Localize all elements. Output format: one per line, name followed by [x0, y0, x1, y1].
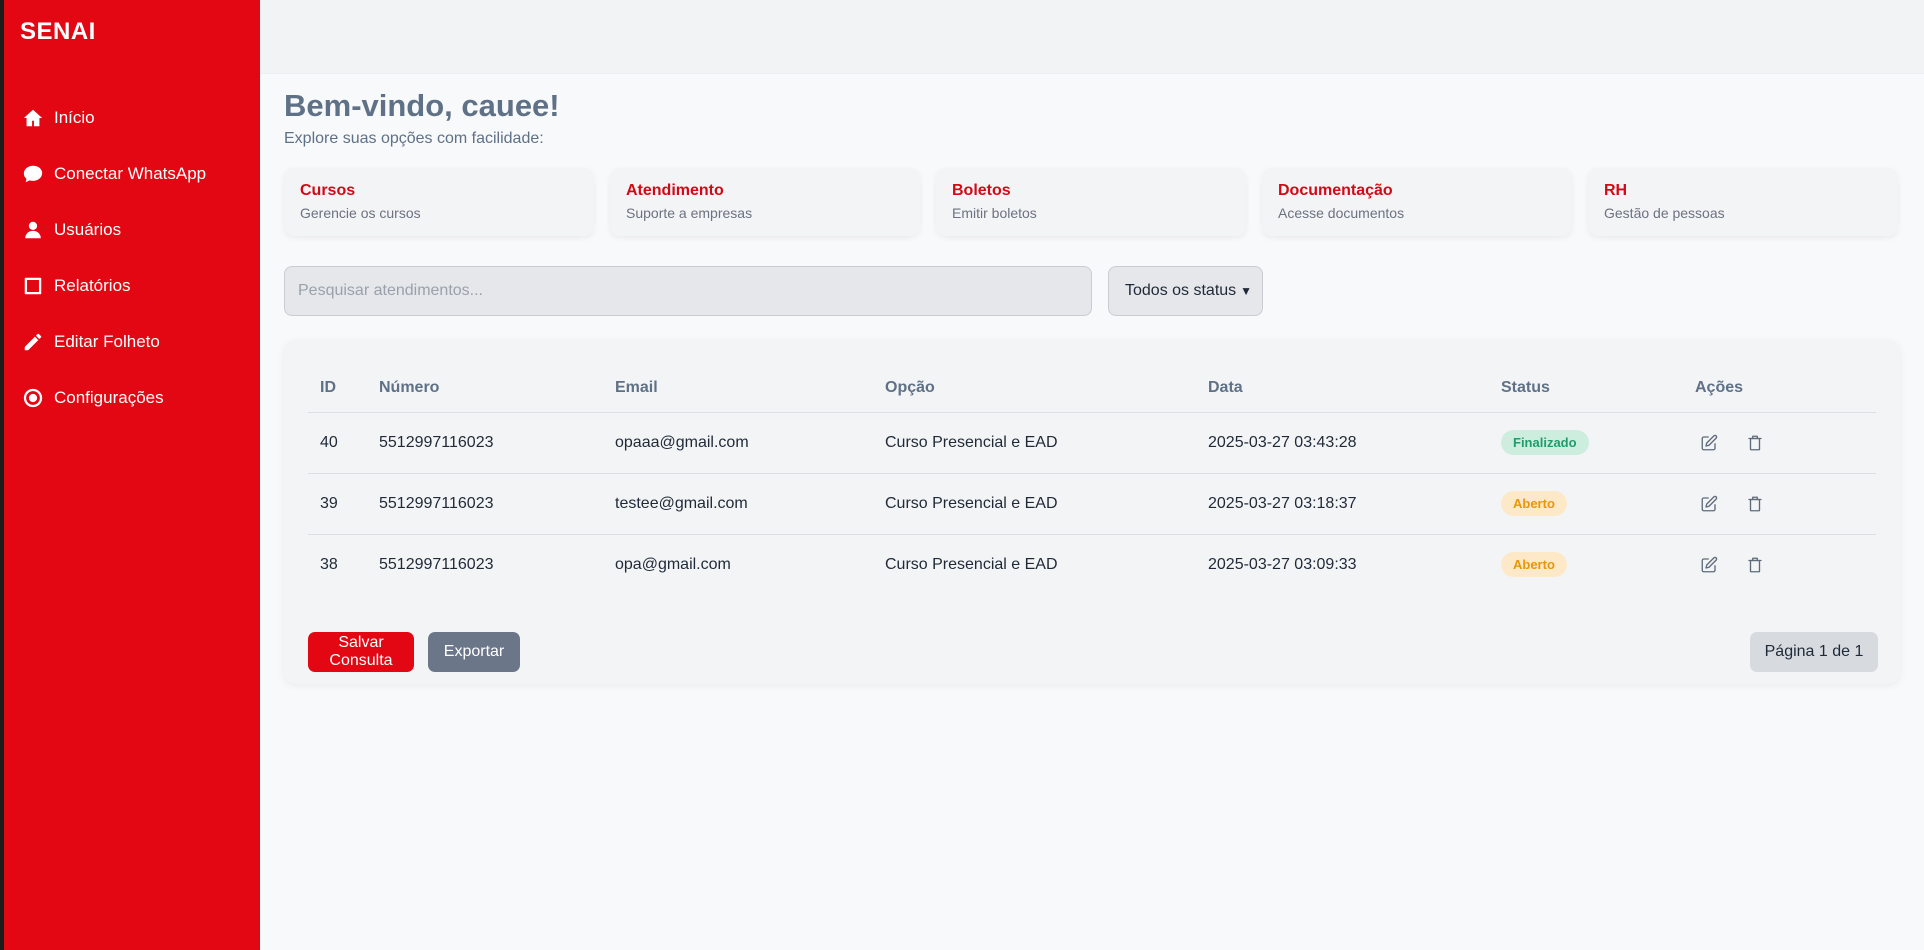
column-header-numero: Número: [367, 364, 603, 413]
card-description: Gerencie os cursos: [300, 205, 421, 221]
cell-id: 40: [308, 412, 367, 474]
cell-status: Aberto: [1489, 534, 1683, 595]
column-header-acoes: Ações: [1683, 364, 1876, 413]
sidebar-item-whatsapp[interactable]: Conectar WhatsApp: [4, 146, 260, 202]
cell-data: 2025-03-27 03:43:28: [1196, 412, 1489, 474]
cell-numero: 5512997116023: [379, 555, 494, 573]
card-title: Atendimento: [626, 182, 724, 199]
chevron-down-icon: ▼: [1240, 284, 1252, 298]
card-description: Gestão de pessoas: [1604, 205, 1725, 221]
cell-status: Aberto: [1489, 473, 1683, 535]
card-title: Documentação: [1278, 182, 1393, 199]
card-description: Acesse documentos: [1278, 205, 1405, 221]
card-title: Cursos: [300, 182, 356, 199]
table-header-row: ID Número Email Opção Data Status Ações: [308, 364, 1876, 413]
card-boletos[interactable]: Boletos Emitir boletos: [936, 168, 1246, 236]
sidebar-item-label: Configurações: [54, 388, 164, 407]
sidebar-item-label: Conectar WhatsApp: [54, 164, 207, 183]
status-badge: Aberto: [1501, 491, 1567, 516]
search-input[interactable]: [284, 266, 1092, 316]
column-header-opcao: Opção: [873, 364, 1196, 413]
brand-logo: SENAI: [20, 18, 96, 45]
status-filter-value: Todos os status: [1125, 282, 1237, 299]
column-header-status: Status: [1489, 364, 1683, 413]
sidebar-item-label: Editar Folheto: [54, 332, 160, 351]
card-atendimento[interactable]: Atendimento Suporte a empresas: [610, 168, 920, 236]
cell-email: opa@gmail.com: [615, 555, 731, 573]
card-title: Boletos: [952, 182, 1011, 199]
export-button[interactable]: Exportar: [428, 632, 520, 672]
sidebar-item-label: Relatórios: [54, 276, 131, 295]
sidebar-item-label: Início: [54, 108, 95, 127]
cell-status: Finalizado: [1489, 412, 1683, 474]
edit-icon[interactable]: [1695, 429, 1723, 457]
sidebar-item-configuracoes[interactable]: Configurações: [4, 370, 260, 426]
cell-acoes: [1683, 534, 1876, 595]
chat-bubble-icon: [22, 163, 44, 185]
save-query-button[interactable]: Salvar Consulta: [308, 632, 414, 672]
card-rh[interactable]: RH Gestão de pessoas: [1588, 168, 1898, 236]
cell-acoes: [1683, 412, 1876, 474]
cell-id: 39: [308, 473, 367, 535]
top-bar: [260, 0, 1924, 74]
card-description: Suporte a empresas: [626, 205, 753, 221]
column-header-data: Data: [1196, 364, 1489, 413]
cell-email: testee@gmail.com: [603, 473, 873, 535]
cell-opcao: Curso Presencial e EAD: [885, 555, 1058, 573]
pagination-indicator: Página 1 de 1: [1750, 632, 1878, 672]
cell-id: 38: [320, 555, 338, 573]
sidebar-nav: Início Conectar WhatsApp Usuários Relató…: [4, 90, 260, 426]
cell-data: 2025-03-27 03:09:33: [1208, 555, 1357, 573]
page-title: Bem-vindo, cauee!: [284, 88, 560, 123]
pencil-icon: [22, 331, 44, 353]
cell-opcao: Curso Presencial e EAD: [873, 412, 1196, 474]
home-icon: [22, 107, 44, 129]
user-icon: [22, 219, 44, 241]
table-row: 40 5512997116023 opaaa@gmail.com Curso P…: [308, 412, 1876, 474]
cell-data: 2025-03-27 03:18:37: [1196, 473, 1489, 535]
table-row: 39 5512997116023 testee@gmail.com Curso …: [308, 473, 1876, 535]
sidebar-item-usuarios[interactable]: Usuários: [4, 202, 260, 258]
table-row: 38 5512997116023 opa@gmail.com Curso Pre…: [308, 534, 1876, 595]
quick-access-cards: Cursos Gerencie os cursos Atendimento Su…: [284, 168, 1898, 236]
sidebar-item-editar-folheto[interactable]: Editar Folheto: [4, 314, 260, 370]
status-badge: Finalizado: [1501, 430, 1589, 455]
trash-icon[interactable]: [1741, 429, 1769, 457]
cell-opcao: Curso Presencial e EAD: [873, 473, 1196, 535]
page-subtitle: Explore suas opções com facilidade:: [284, 130, 544, 147]
card-cursos[interactable]: Cursos Gerencie os cursos: [284, 168, 594, 236]
status-badge: Aberto: [1501, 552, 1567, 578]
square-icon: [22, 275, 44, 297]
attendance-table-panel: ID Número Email Opção Data Status Ações …: [284, 340, 1900, 684]
column-header-id: ID: [308, 364, 367, 413]
sidebar-item-relatorios[interactable]: Relatórios: [4, 258, 260, 314]
cell-email: opaaa@gmail.com: [603, 412, 873, 474]
card-documentacao[interactable]: Documentação Acesse documentos: [1262, 168, 1572, 236]
edit-icon[interactable]: [1695, 551, 1723, 579]
trash-icon[interactable]: [1741, 551, 1769, 579]
sidebar-item-label: Usuários: [54, 220, 122, 239]
circle-dot-icon: [22, 387, 44, 409]
status-filter-select[interactable]: Todos os status ▼: [1108, 266, 1263, 316]
cell-acoes: [1683, 473, 1876, 535]
card-description: Emitir boletos: [952, 205, 1037, 221]
cell-numero: 5512997116023: [367, 412, 603, 474]
trash-icon[interactable]: [1741, 490, 1769, 518]
card-title: RH: [1604, 182, 1628, 199]
sidebar: SENAI Início Conectar WhatsApp Usuários …: [4, 0, 260, 950]
sidebar-item-inicio[interactable]: Início: [4, 90, 260, 146]
attendance-table: ID Número Email Opção Data Status Ações …: [308, 364, 1876, 595]
cell-numero: 5512997116023: [367, 473, 603, 535]
column-header-email: Email: [603, 364, 873, 413]
edit-icon[interactable]: [1695, 490, 1723, 518]
